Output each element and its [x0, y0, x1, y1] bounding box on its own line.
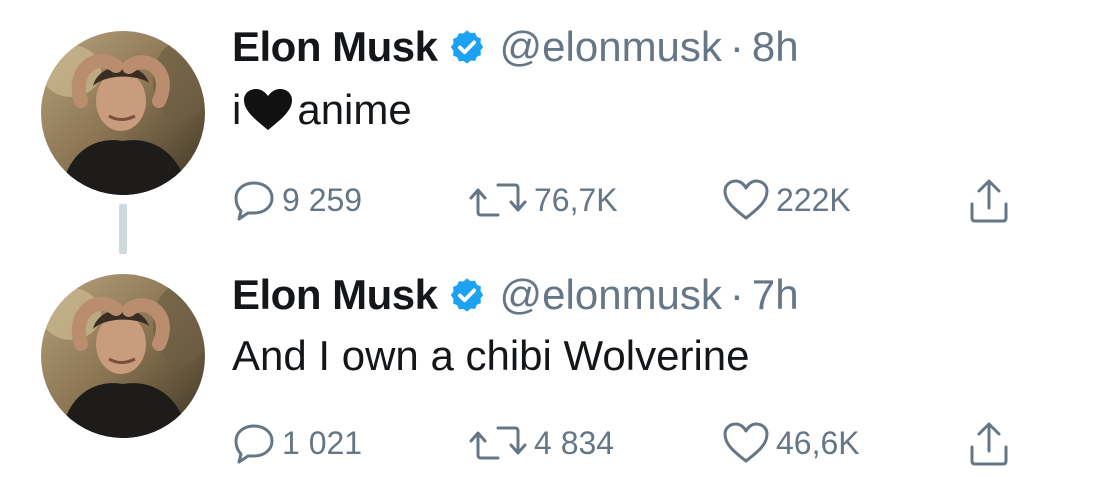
- reply-count: 1 021: [282, 424, 363, 461]
- tweet-timestamp[interactable]: 7h: [752, 271, 799, 319]
- reply-icon: [232, 178, 276, 222]
- retweet-icon: [468, 178, 528, 222]
- share-button[interactable]: [967, 418, 1011, 468]
- like-button[interactable]: 46,6K: [722, 418, 860, 468]
- author-handle[interactable]: @elonmusk: [500, 271, 722, 319]
- tweet-actions: 1 021 4 834 46,6K: [232, 418, 1032, 468]
- tweet-header: Elon Musk @elonmusk · 7h: [232, 268, 799, 322]
- tweet[interactable]: Elon Musk @elonmusk · 7h And I own a chi…: [0, 248, 1097, 477]
- reply-count: 9 259: [282, 181, 363, 218]
- retweet-count: 4 834: [534, 424, 615, 461]
- tweet-timestamp[interactable]: 8h: [752, 23, 799, 71]
- tweet-thread: Elon Musk @elonmusk · 8h i anime 9 259 7…: [0, 0, 1097, 477]
- tweet[interactable]: Elon Musk @elonmusk · 8h i anime 9 259 7…: [0, 0, 1097, 254]
- separator-dot: ·: [729, 23, 744, 70]
- share-icon: [967, 419, 1011, 467]
- avatar[interactable]: [41, 31, 205, 195]
- like-count: 46,6K: [776, 424, 860, 461]
- tweet-text-start: i: [232, 86, 242, 133]
- retweet-button[interactable]: 4 834: [468, 418, 614, 468]
- separator-dot: ·: [729, 271, 744, 318]
- like-icon: [722, 178, 770, 222]
- black-heart-icon: [243, 88, 293, 132]
- reply-icon: [232, 421, 276, 465]
- share-button[interactable]: [967, 175, 1011, 225]
- retweet-icon: [468, 421, 528, 465]
- like-icon: [722, 421, 770, 465]
- tweet-header: Elon Musk @elonmusk · 8h: [232, 20, 799, 74]
- author-name[interactable]: Elon Musk: [232, 23, 438, 71]
- tweet-text: i anime: [232, 86, 412, 134]
- author-handle[interactable]: @elonmusk: [500, 23, 722, 71]
- retweet-count: 76,7K: [534, 181, 618, 218]
- thread-connector-line: [119, 204, 127, 254]
- author-name[interactable]: Elon Musk: [232, 271, 438, 319]
- retweet-button[interactable]: 76,7K: [468, 175, 618, 225]
- reply-button[interactable]: 9 259: [232, 175, 362, 225]
- avatar[interactable]: [41, 274, 205, 438]
- verified-badge-icon: [448, 28, 486, 66]
- share-icon: [967, 176, 1011, 224]
- like-button[interactable]: 222K: [722, 175, 851, 225]
- tweet-actions: 9 259 76,7K 222K: [232, 175, 1032, 225]
- reply-button[interactable]: 1 021: [232, 418, 362, 468]
- tweet-text-end: anime: [297, 86, 412, 133]
- tweet-text-content: And I own a chibi Wolverine: [232, 332, 750, 379]
- tweet-text: And I own a chibi Wolverine: [232, 332, 750, 380]
- like-count: 222K: [776, 181, 851, 218]
- verified-badge-icon: [448, 276, 486, 314]
